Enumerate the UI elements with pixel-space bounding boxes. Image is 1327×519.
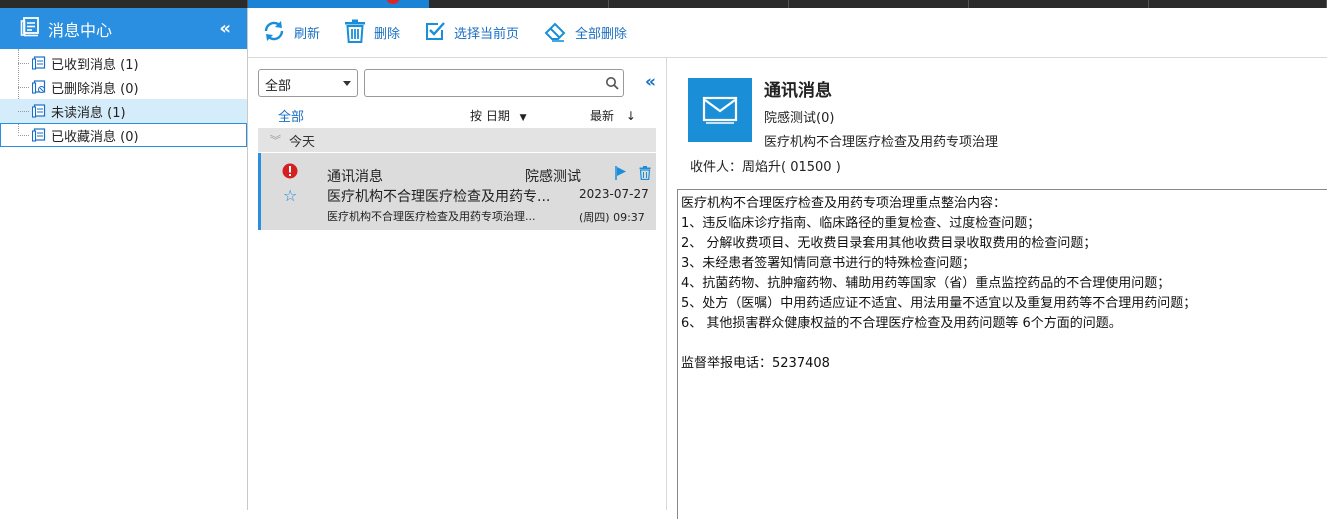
top-tab[interactable] bbox=[429, 0, 609, 8]
body-line: 3、未经患者签署知情同意书进行的特殊检查问题； bbox=[681, 256, 976, 271]
detail-subject: 医疗机构不合理医疗检查及用药专项治理 bbox=[764, 135, 999, 150]
delete-button[interactable]: 删除 bbox=[344, 19, 400, 47]
detail-sender: 院感测试(0) bbox=[764, 111, 835, 126]
select-current-page-label: 选择当前页 bbox=[454, 27, 520, 42]
tree-item-label: 已收到消息 (1) bbox=[51, 57, 139, 73]
body-line bbox=[681, 334, 1327, 354]
message-sender: 院感测试 bbox=[525, 169, 581, 185]
sort-order-label: 最新 bbox=[590, 109, 615, 123]
delete-message-icon[interactable] bbox=[639, 166, 651, 184]
body-line: 2、 分解收费项目、无收费目录套用其他收费目录收取费用的检查问题； bbox=[681, 236, 1097, 251]
tree-item-label: 未读消息 (1) bbox=[51, 105, 126, 121]
search-box bbox=[364, 69, 624, 97]
envelope-icon bbox=[688, 78, 752, 142]
message-subject: 医疗机构不合理医疗检查及用药专... bbox=[327, 189, 551, 205]
inbox-icon bbox=[32, 56, 46, 70]
message-weekday-time: (周四) 09:37 bbox=[579, 211, 645, 224]
eraser-icon bbox=[543, 19, 575, 47]
message-category: 通讯消息 bbox=[327, 169, 383, 185]
trash-icon bbox=[344, 19, 374, 47]
delete-all-button[interactable]: 全部删除 bbox=[543, 19, 627, 47]
message-body: 医疗机构不合理医疗检查及用药专项治理重点整治内容： 1、违反临床诊疗指南、临床路… bbox=[677, 189, 1327, 519]
top-tab[interactable] bbox=[789, 0, 969, 8]
delete-all-label: 全部删除 bbox=[575, 27, 628, 42]
message-detail-pane: 通讯消息 院感测试(0) 医疗机构不合理医疗检查及用药专项治理 收件人：周焰升(… bbox=[668, 58, 1327, 519]
unread-messages-icon bbox=[32, 104, 46, 118]
detail-title: 通讯消息 bbox=[764, 81, 832, 101]
top-tab-active[interactable] bbox=[248, 0, 429, 8]
message-preview: 医疗机构不合理医疗检查及用药专项治理... bbox=[327, 210, 536, 223]
select-current-page-button[interactable]: 选择当前页 bbox=[424, 20, 519, 46]
filter-dropdown[interactable]: 全部 bbox=[258, 69, 358, 97]
show-all-link[interactable]: 全部 bbox=[278, 106, 304, 125]
body-line: 4、抗菌药物、抗肿瘤药物、辅助用药等国家（省）重点监控药品的不合理使用问题； bbox=[681, 276, 1171, 291]
body-line: 监督举报电话：5237408 bbox=[681, 356, 830, 371]
arrow-down-icon: ↓ bbox=[625, 109, 636, 123]
top-tab-strip bbox=[0, 0, 1327, 8]
collapse-chevron-icon: ︾ bbox=[270, 134, 281, 147]
sort-row: 全部 按 日期 ▼ 最新 ↓ bbox=[258, 104, 658, 126]
body-line: 5、处方（医嘱）中用药适应证不适宜、用法用量不适宜以及重复用药等不合理用药问题； bbox=[681, 296, 1197, 311]
tree-item-unread[interactable]: 未读消息 (1) bbox=[0, 99, 247, 123]
refresh-button[interactable]: 刷新 bbox=[262, 19, 320, 47]
group-label: 今天 bbox=[289, 134, 316, 150]
body-line: 1、违反临床诊疗指南、临床路径的重复检查、过度检查问题； bbox=[681, 216, 1041, 231]
delete-label: 删除 bbox=[374, 27, 401, 42]
tree-item-label: 已删除消息 (0) bbox=[51, 81, 139, 97]
top-tab[interactable] bbox=[1149, 0, 1327, 8]
star-icon[interactable]: ☆ bbox=[283, 186, 297, 205]
refresh-icon bbox=[262, 19, 294, 47]
message-center-icon bbox=[20, 16, 42, 42]
top-tab[interactable] bbox=[969, 0, 1149, 8]
body-line: 6、 其他损害群众健康权益的不合理医疗检查及用药问题等 6个方面的问题。 bbox=[681, 316, 1122, 331]
caret-down-icon: ▼ bbox=[519, 113, 527, 123]
search-input[interactable] bbox=[365, 70, 595, 96]
favorite-messages-icon bbox=[32, 128, 46, 142]
sidebar-collapse-icon[interactable]: « bbox=[219, 18, 231, 39]
chevron-down-icon bbox=[343, 81, 351, 86]
message-date: 2023-07-27 bbox=[579, 187, 649, 201]
sort-by-date-label: 按 日期 bbox=[470, 109, 510, 123]
filter-dropdown-value: 全部 bbox=[265, 79, 292, 94]
checkbox-select-icon bbox=[424, 20, 454, 46]
message-folder-tree: 已收到消息 (1) 已删除消息 (0) 未读消息 (1) 已收藏消息 (0) bbox=[0, 49, 247, 147]
list-collapse-icon[interactable]: « bbox=[645, 72, 656, 92]
top-tab[interactable] bbox=[0, 0, 248, 8]
message-list-pane: 全部 « 全部 按 日期 ▼ 最新 ↓ ︾ 今天 ☆ 通讯消息 院感测试 医疗机… bbox=[248, 58, 667, 510]
tree-item-received[interactable]: 已收到消息 (1) bbox=[0, 51, 247, 75]
message-toolbar: 刷新 删除 选择当前页 全部删除 bbox=[248, 8, 1327, 58]
search-icon[interactable] bbox=[605, 76, 619, 94]
refresh-label: 刷新 bbox=[294, 27, 321, 42]
deleted-messages-icon bbox=[32, 80, 46, 94]
tree-item-deleted[interactable]: 已删除消息 (0) bbox=[0, 75, 247, 99]
tree-item-label: 已收藏消息 (0) bbox=[51, 129, 139, 145]
detail-recipient: 收件人：周焰升( 01500 ) bbox=[690, 160, 841, 175]
message-center-sidebar: 消息中心 « 已收到消息 (1) 已删除消息 (0) 未读消息 (1) 已收藏消… bbox=[0, 8, 248, 510]
flag-icon[interactable] bbox=[615, 166, 627, 184]
sidebar-header: 消息中心 « bbox=[0, 8, 247, 49]
body-line: 医疗机构不合理医疗检查及用药专项治理重点整治内容： bbox=[681, 196, 1007, 211]
group-header-today[interactable]: ︾ 今天 bbox=[258, 128, 656, 152]
top-tab[interactable] bbox=[609, 0, 789, 8]
sort-order-toggle[interactable]: 最新 ↓ bbox=[590, 107, 636, 124]
important-alert-icon bbox=[282, 163, 298, 183]
sidebar-title: 消息中心 bbox=[48, 20, 113, 40]
filter-row: 全部 « bbox=[258, 69, 658, 97]
tree-item-favorites[interactable]: 已收藏消息 (0) bbox=[0, 123, 247, 147]
sort-by-date-dropdown[interactable]: 按 日期 ▼ bbox=[470, 107, 527, 124]
message-list-item[interactable]: ☆ 通讯消息 院感测试 医疗机构不合理医疗检查及用药专... 2023-07-2… bbox=[258, 153, 656, 230]
